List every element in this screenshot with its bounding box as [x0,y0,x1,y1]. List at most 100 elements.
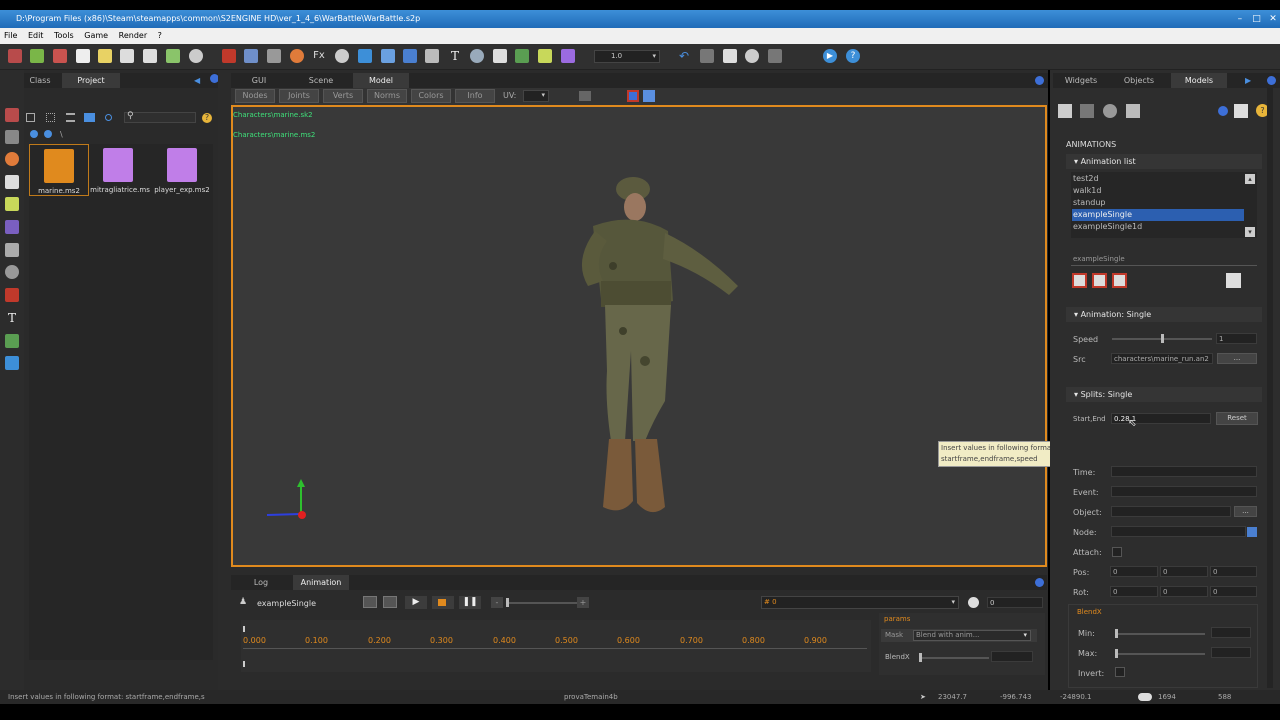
panel-menu-icon[interactable] [1035,578,1044,587]
joints-button[interactable]: Joints [279,89,319,103]
rot-x-field[interactable]: 0 [1110,586,1158,597]
frame-select[interactable]: # 0 ▾ [761,596,959,609]
max-value[interactable] [1211,647,1251,658]
import-icon[interactable] [166,49,180,63]
animation-single-header[interactable]: ▾ Animation: Single [1066,307,1262,322]
tree-icon[interactable] [267,49,281,63]
up-icon[interactable] [44,130,52,138]
sphere-tool-icon[interactable] [5,152,19,166]
blendx-value[interactable] [991,651,1033,662]
plant-tool-icon[interactable] [5,334,19,348]
max-slider[interactable] [1115,653,1205,655]
gui-icon[interactable] [403,49,417,63]
startend-input[interactable]: 0.28,1 [1111,413,1211,424]
material-tool-icon[interactable] [5,220,19,234]
blendx-slider-thumb[interactable] [919,653,922,662]
pingpong-icon[interactable] [383,596,397,608]
play-button[interactable]: ▶ [405,596,427,609]
effect-tool-icon[interactable] [5,288,19,302]
reset-button[interactable]: Reset [1216,412,1258,425]
terrain-icon[interactable] [244,49,258,63]
text-tool-icon[interactable]: T [5,311,19,325]
src-browse-button[interactable]: ... [1217,353,1257,364]
tab-scene[interactable]: Scene [293,73,349,88]
speed-value[interactable]: 1 [1216,333,1257,344]
model-tool-icon[interactable] [1058,104,1072,118]
flag-icon[interactable] [358,49,372,63]
list-item[interactable]: exampleSingle1d [1073,222,1142,231]
close-icon[interactable]: ✕ [1266,10,1280,28]
list-item[interactable]: standup [1073,198,1106,207]
collision-tool-icon[interactable] [1126,104,1140,118]
scroll-down-icon[interactable]: ▾ [1245,227,1255,237]
max-slider-thumb[interactable] [1115,649,1118,658]
list-item-selected[interactable]: exampleSingle [1072,209,1244,221]
src-field[interactable]: characters\marine_run.an2 [1111,353,1213,364]
node-picker-icon[interactable] [1247,527,1257,537]
script-tool-icon[interactable] [5,197,19,211]
colors-button[interactable]: Colors [411,89,451,103]
node-select[interactable] [1111,526,1246,537]
new-file-icon[interactable] [76,49,90,63]
pause-button[interactable]: ❚❚ [459,596,481,609]
min-value[interactable] [1211,627,1251,638]
rot-y-field[interactable]: 0 [1160,586,1208,597]
refresh-icon[interactable] [1218,106,1228,116]
globe-icon[interactable] [470,49,484,63]
class-tool-icon[interactable] [5,108,19,122]
info-button[interactable]: Info [455,89,495,103]
script-icon[interactable] [538,49,552,63]
plant-icon[interactable] [515,49,529,63]
file-item[interactable]: player_exp.ms2 [151,144,213,196]
panel-menu-icon[interactable] [1267,76,1276,85]
checker-icon[interactable] [493,49,507,63]
attach-checkbox[interactable] [1112,547,1122,557]
3d-viewport[interactable]: Characters\marine.sk2 Characters\marine.… [231,105,1138,567]
splits-single-header[interactable]: ▾ Splits: Single [1066,387,1262,402]
file-item[interactable]: marine.ms2 [29,144,89,196]
menu-file[interactable]: File [0,28,21,44]
text-icon[interactable]: T [448,49,462,63]
animation-name-field[interactable]: exampleSingle [1071,254,1257,266]
tab-class[interactable]: Class [24,73,56,88]
grid-icon[interactable] [723,49,737,63]
add-animation-icon[interactable] [1072,273,1087,288]
uv-select[interactable]: ▾ [523,90,549,102]
clear-animation-icon[interactable] [1112,273,1127,288]
list-item[interactable]: walk1d [1073,186,1101,195]
folder-icon[interactable] [84,113,95,122]
rot-z-field[interactable]: 0 [1210,586,1257,597]
character-tool-icon[interactable] [5,243,19,257]
record-icon[interactable] [627,90,639,102]
menu-edit[interactable]: Edit [24,28,48,44]
refresh-folder-icon[interactable] [105,114,112,121]
play-game-icon[interactable]: ▶ [823,49,837,63]
close-project-icon[interactable] [53,49,67,63]
tab-models[interactable]: Models [1171,73,1227,88]
camera-tool-icon[interactable] [5,130,19,144]
flag-tool-icon[interactable] [5,356,19,370]
speed-slider-thumb[interactable] [506,598,509,607]
scroll-up-icon[interactable]: ▴ [1245,174,1255,184]
save-as-icon[interactable] [143,49,157,63]
min-slider-thumb[interactable] [1115,629,1118,638]
document-icon[interactable] [381,49,395,63]
image-icon[interactable] [425,49,439,63]
frame-value[interactable]: 0 [987,597,1043,608]
view-list-icon[interactable] [66,113,75,122]
play-animation-icon[interactable] [1226,273,1241,288]
tab-animation[interactable]: Animation [293,575,349,590]
skeleton-tool-icon[interactable] [1080,104,1094,118]
verts-button[interactable]: Verts [323,89,363,103]
sphere-icon[interactable] [290,49,304,63]
screenshot-icon[interactable] [579,91,591,101]
search-input[interactable]: ⚲ [124,111,196,123]
invert-checkbox[interactable] [1115,667,1125,677]
new-project-icon[interactable] [8,49,22,63]
animation-list-header[interactable]: ▾ Animation list [1066,154,1262,169]
right-scrollbar[interactable] [1267,88,1273,688]
minimize-icon[interactable]: – [1233,10,1247,28]
timeline[interactable]: 0.000 0.100 0.200 0.300 0.400 0.500 0.60… [241,620,871,672]
material-tool-icon[interactable] [1103,104,1117,118]
blendx-slider[interactable] [919,657,989,659]
